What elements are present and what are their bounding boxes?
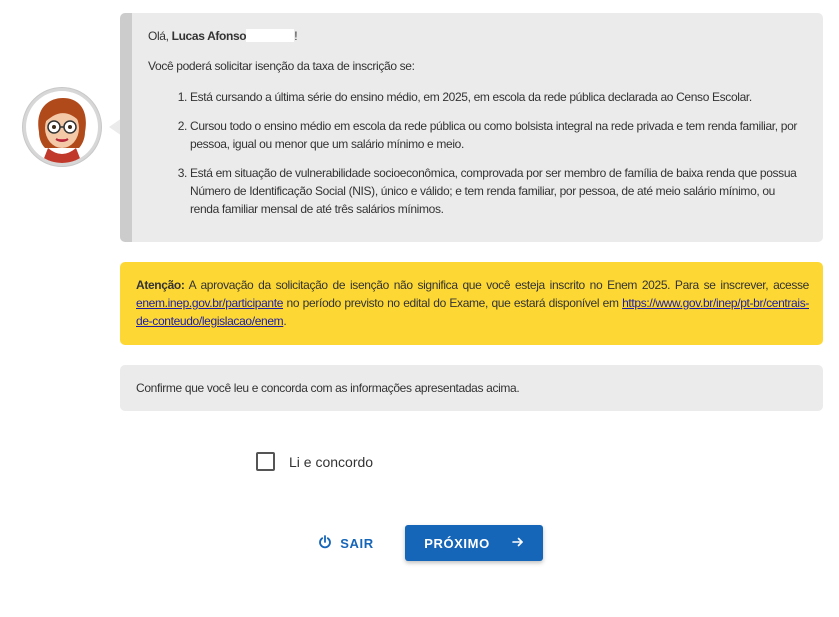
arrow-right-icon bbox=[490, 536, 524, 551]
exit-button[interactable]: SAIR bbox=[311, 526, 381, 560]
agree-checkbox-label[interactable]: Li e concordo bbox=[289, 454, 373, 470]
intro-text: Você poderá solicitar isenção da taxa de… bbox=[148, 59, 415, 73]
confirm-text: Confirme que você leu e concorda com as … bbox=[136, 381, 520, 395]
condition-item: Está cursando a última série do ensino m… bbox=[190, 88, 805, 106]
greeting: Olá, Lucas Afonso! bbox=[148, 27, 805, 45]
agree-checkbox-row[interactable]: Li e concordo bbox=[256, 452, 373, 471]
redacted-name-block bbox=[246, 29, 295, 42]
alert-text: no período previsto no edital do Exame, … bbox=[283, 296, 623, 310]
conditions-list: Está cursando a última série do ensino m… bbox=[148, 88, 805, 218]
info-bubble: Olá, Lucas Afonso! Você poderá solicitar… bbox=[120, 13, 823, 242]
alert-text: A aprovação da solicitação de isenção nã… bbox=[184, 278, 810, 292]
condition-item: Cursou todo o ensino médio em escola da … bbox=[190, 117, 805, 153]
confirm-panel: Confirme que você leu e concorda com as … bbox=[120, 365, 823, 411]
power-icon bbox=[318, 534, 340, 552]
greeting-suffix: ! bbox=[294, 29, 298, 43]
participant-link[interactable]: enem.inep.gov.br/participante bbox=[136, 296, 283, 310]
condition-item: Está em situação de vulnerabilidade soci… bbox=[190, 164, 805, 218]
alert-label: Atenção: bbox=[136, 278, 185, 292]
greeting-prefix: Olá, bbox=[148, 29, 172, 43]
next-label: PRÓXIMO bbox=[424, 535, 490, 551]
exit-label: SAIR bbox=[340, 535, 374, 551]
user-name: Lucas Afonso bbox=[171, 29, 247, 43]
assistant-avatar bbox=[23, 88, 101, 166]
next-button[interactable]: PRÓXIMO bbox=[405, 525, 543, 561]
agree-checkbox[interactable] bbox=[256, 452, 275, 471]
attention-alert: Atenção: A aprovação da solicitação de i… bbox=[120, 262, 823, 345]
alert-text-end: . bbox=[283, 314, 287, 328]
